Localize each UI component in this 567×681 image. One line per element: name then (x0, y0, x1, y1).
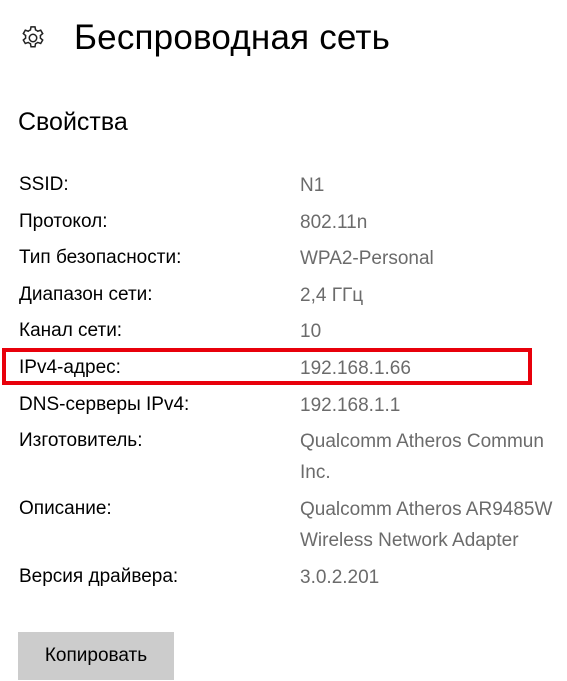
property-row-security-type: Тип безопасности: WPA2-Personal (18, 243, 567, 280)
property-row-description: Описание: Qualcomm Atheros AR9485W Wirel… (18, 494, 567, 562)
property-row-ipv4-address: IPv4-адрес: 192.168.1.66 (18, 353, 567, 390)
property-label: Канал сети: (19, 320, 123, 342)
gear-icon (18, 23, 48, 53)
property-label: DNS-серверы IPv4: (19, 393, 190, 415)
property-value: N1 (300, 175, 325, 196)
property-value: 192.168.1.66 (300, 357, 411, 379)
property-value: 192.168.1.1 (300, 394, 401, 416)
property-value: 3.0.2.201 (300, 567, 380, 589)
property-label: Тип безопасности: (19, 247, 182, 269)
property-value: WPA2-Personal (300, 248, 434, 270)
property-row-network-channel: Канал сети: 10 (18, 316, 567, 353)
page-title: Беспроводная сеть (74, 18, 391, 57)
property-value-line: Wireless Network Adapter (300, 530, 519, 552)
property-row-network-band: Диапазон сети: 2,4 ГГц (18, 280, 567, 317)
property-value: 10 (300, 321, 322, 343)
section-title: Свойства (18, 108, 128, 136)
property-label: Протокол: (19, 210, 108, 232)
copy-button[interactable]: Копировать (18, 632, 174, 680)
property-label: SSID: (19, 174, 69, 195)
page-header: Беспроводная сеть (18, 14, 390, 62)
properties-list: SSID: N1 Протокол: 802.11n Тип безопасно… (18, 170, 567, 599)
property-row-ssid: SSID: N1 (18, 170, 567, 207)
property-label: Описание: (19, 498, 112, 520)
property-label: Версия драйвера: (19, 566, 179, 588)
property-value-line: Inc. (300, 462, 331, 484)
property-value-line: Qualcomm Atheros AR9485W (300, 499, 553, 521)
property-row-manufacturer: Изготовитель: Qualcomm Atheros Commun In… (18, 426, 567, 494)
property-row-driver-version: Версия драйвера: 3.0.2.201 (18, 562, 567, 599)
property-value-line: Qualcomm Atheros Commun (300, 431, 544, 453)
property-value: Qualcomm Atheros AR9485W Wireless Networ… (300, 494, 552, 556)
property-value: 802.11n (300, 211, 368, 233)
property-label: IPv4-адрес: (19, 356, 121, 378)
property-value: Qualcomm Atheros Commun Inc. (300, 426, 544, 488)
property-label: Диапазон сети: (19, 283, 153, 305)
property-row-protocol: Протокол: 802.11n (18, 207, 567, 244)
property-label: Изготовитель: (19, 430, 143, 452)
property-value: 2,4 ГГц (300, 284, 364, 306)
property-row-ipv4-dns-servers: DNS-серверы IPv4: 192.168.1.1 (18, 390, 567, 427)
